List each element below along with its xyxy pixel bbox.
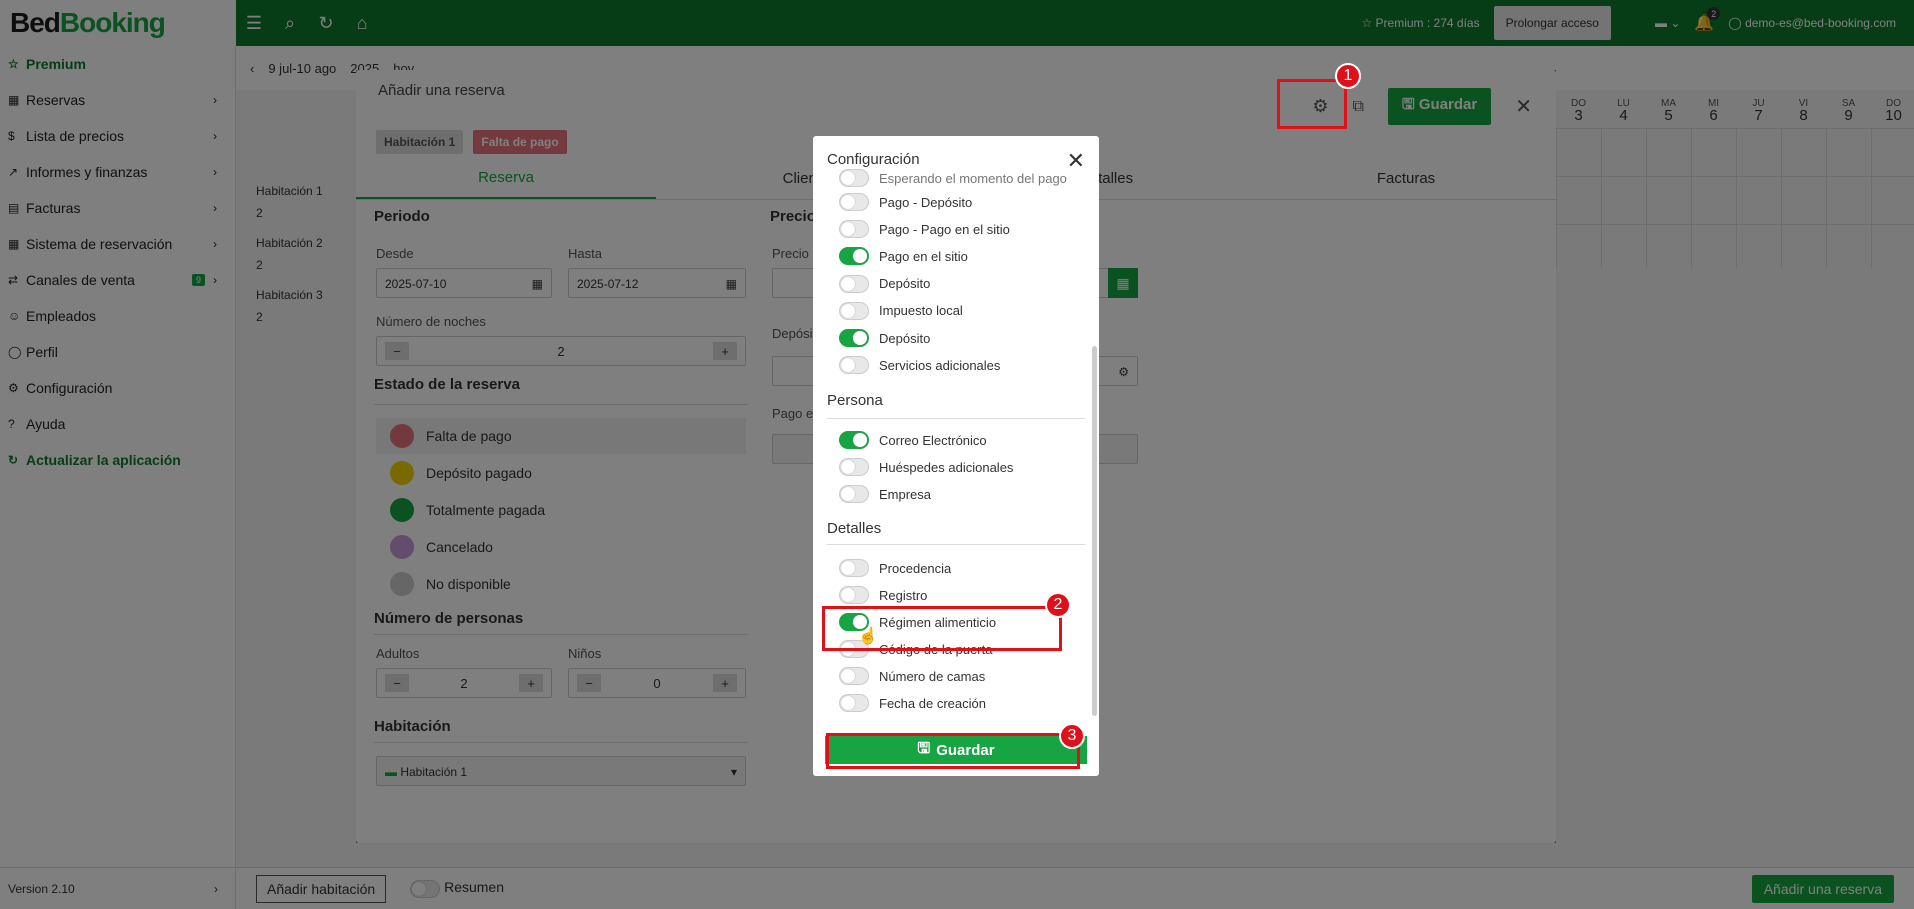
option-label: Procedencia (879, 560, 952, 576)
detalles-heading: Detalles (827, 520, 882, 537)
cursor-hand-icon: ☝ (858, 628, 878, 645)
toggle-switch[interactable] (839, 694, 869, 712)
annotation-number-1: 1 (1335, 63, 1361, 89)
annotation-box-1 (1277, 79, 1347, 129)
config-option[interactable]: Pago - Depósito (839, 190, 972, 214)
config-scrollbar[interactable] (1092, 346, 1097, 716)
config-option[interactable]: Depósito (839, 272, 930, 296)
config-option[interactable]: Impuesto local (839, 299, 963, 323)
config-option[interactable]: Fecha de creación (839, 691, 986, 715)
toggle-switch[interactable] (839, 301, 869, 320)
config-close-icon[interactable]: ✕ (1067, 148, 1085, 174)
option-label: Depósito (879, 276, 931, 292)
config-option[interactable]: Correo Electrónico (839, 428, 987, 452)
option-label: Servicios adicionales (879, 357, 1001, 373)
toggle-switch[interactable] (839, 193, 869, 211)
option-label: Pago en el sitio (879, 248, 968, 264)
config-option[interactable]: Registro (839, 583, 927, 607)
toggle-switch[interactable] (839, 586, 869, 604)
config-option[interactable]: Pago en el sitio (839, 244, 968, 268)
option-label: Impuesto local (879, 303, 963, 319)
toggle-switch[interactable] (839, 485, 869, 503)
toggle-switch[interactable] (839, 667, 869, 685)
config-option[interactable]: Procedencia (839, 556, 951, 580)
option-label: Pago - Depósito (879, 194, 973, 210)
persona-heading: Persona (827, 392, 883, 409)
option-label: Número de camas (879, 668, 986, 684)
option-label: Depósito (879, 330, 931, 346)
toggle-switch[interactable] (839, 220, 869, 239)
option-label: Huéspedes adicionales (879, 459, 1014, 475)
option-label: Fecha de creación (879, 695, 986, 711)
option-label: Empresa (879, 486, 932, 502)
option-label: Esperando el momento del pago (879, 170, 1067, 186)
config-option[interactable]: Pago - Pago en el sitio (839, 217, 1010, 241)
annotation-box-3 (826, 733, 1080, 769)
option-label: Pago - Pago en el sitio (879, 221, 1010, 237)
config-option[interactable]: Servicios adicionales (839, 353, 1000, 377)
toggle-switch[interactable] (839, 274, 869, 293)
config-option[interactable]: Depósito (839, 326, 930, 350)
toggle-switch[interactable] (839, 247, 869, 266)
option-label: Correo Electrónico (879, 432, 987, 448)
toggle-switch[interactable] (839, 356, 869, 375)
toggle-switch[interactable] (839, 458, 869, 476)
config-option[interactable]: Número de camas (839, 664, 985, 688)
annotation-number-2: 2 (1045, 592, 1071, 618)
partial-option[interactable]: Esperando el momento del pago (839, 166, 1067, 190)
toggle-switch[interactable] (839, 559, 869, 577)
toggle-switch[interactable] (839, 329, 869, 347)
config-option[interactable]: Huéspedes adicionales (839, 455, 1013, 479)
option-label: Registro (879, 587, 928, 603)
config-option[interactable]: Empresa (839, 482, 931, 506)
configuration-dialog: Configuración ✕ Esperando el momento del… (813, 136, 1099, 776)
toggle-switch[interactable] (839, 431, 869, 449)
annotation-number-3: 3 (1059, 723, 1085, 749)
